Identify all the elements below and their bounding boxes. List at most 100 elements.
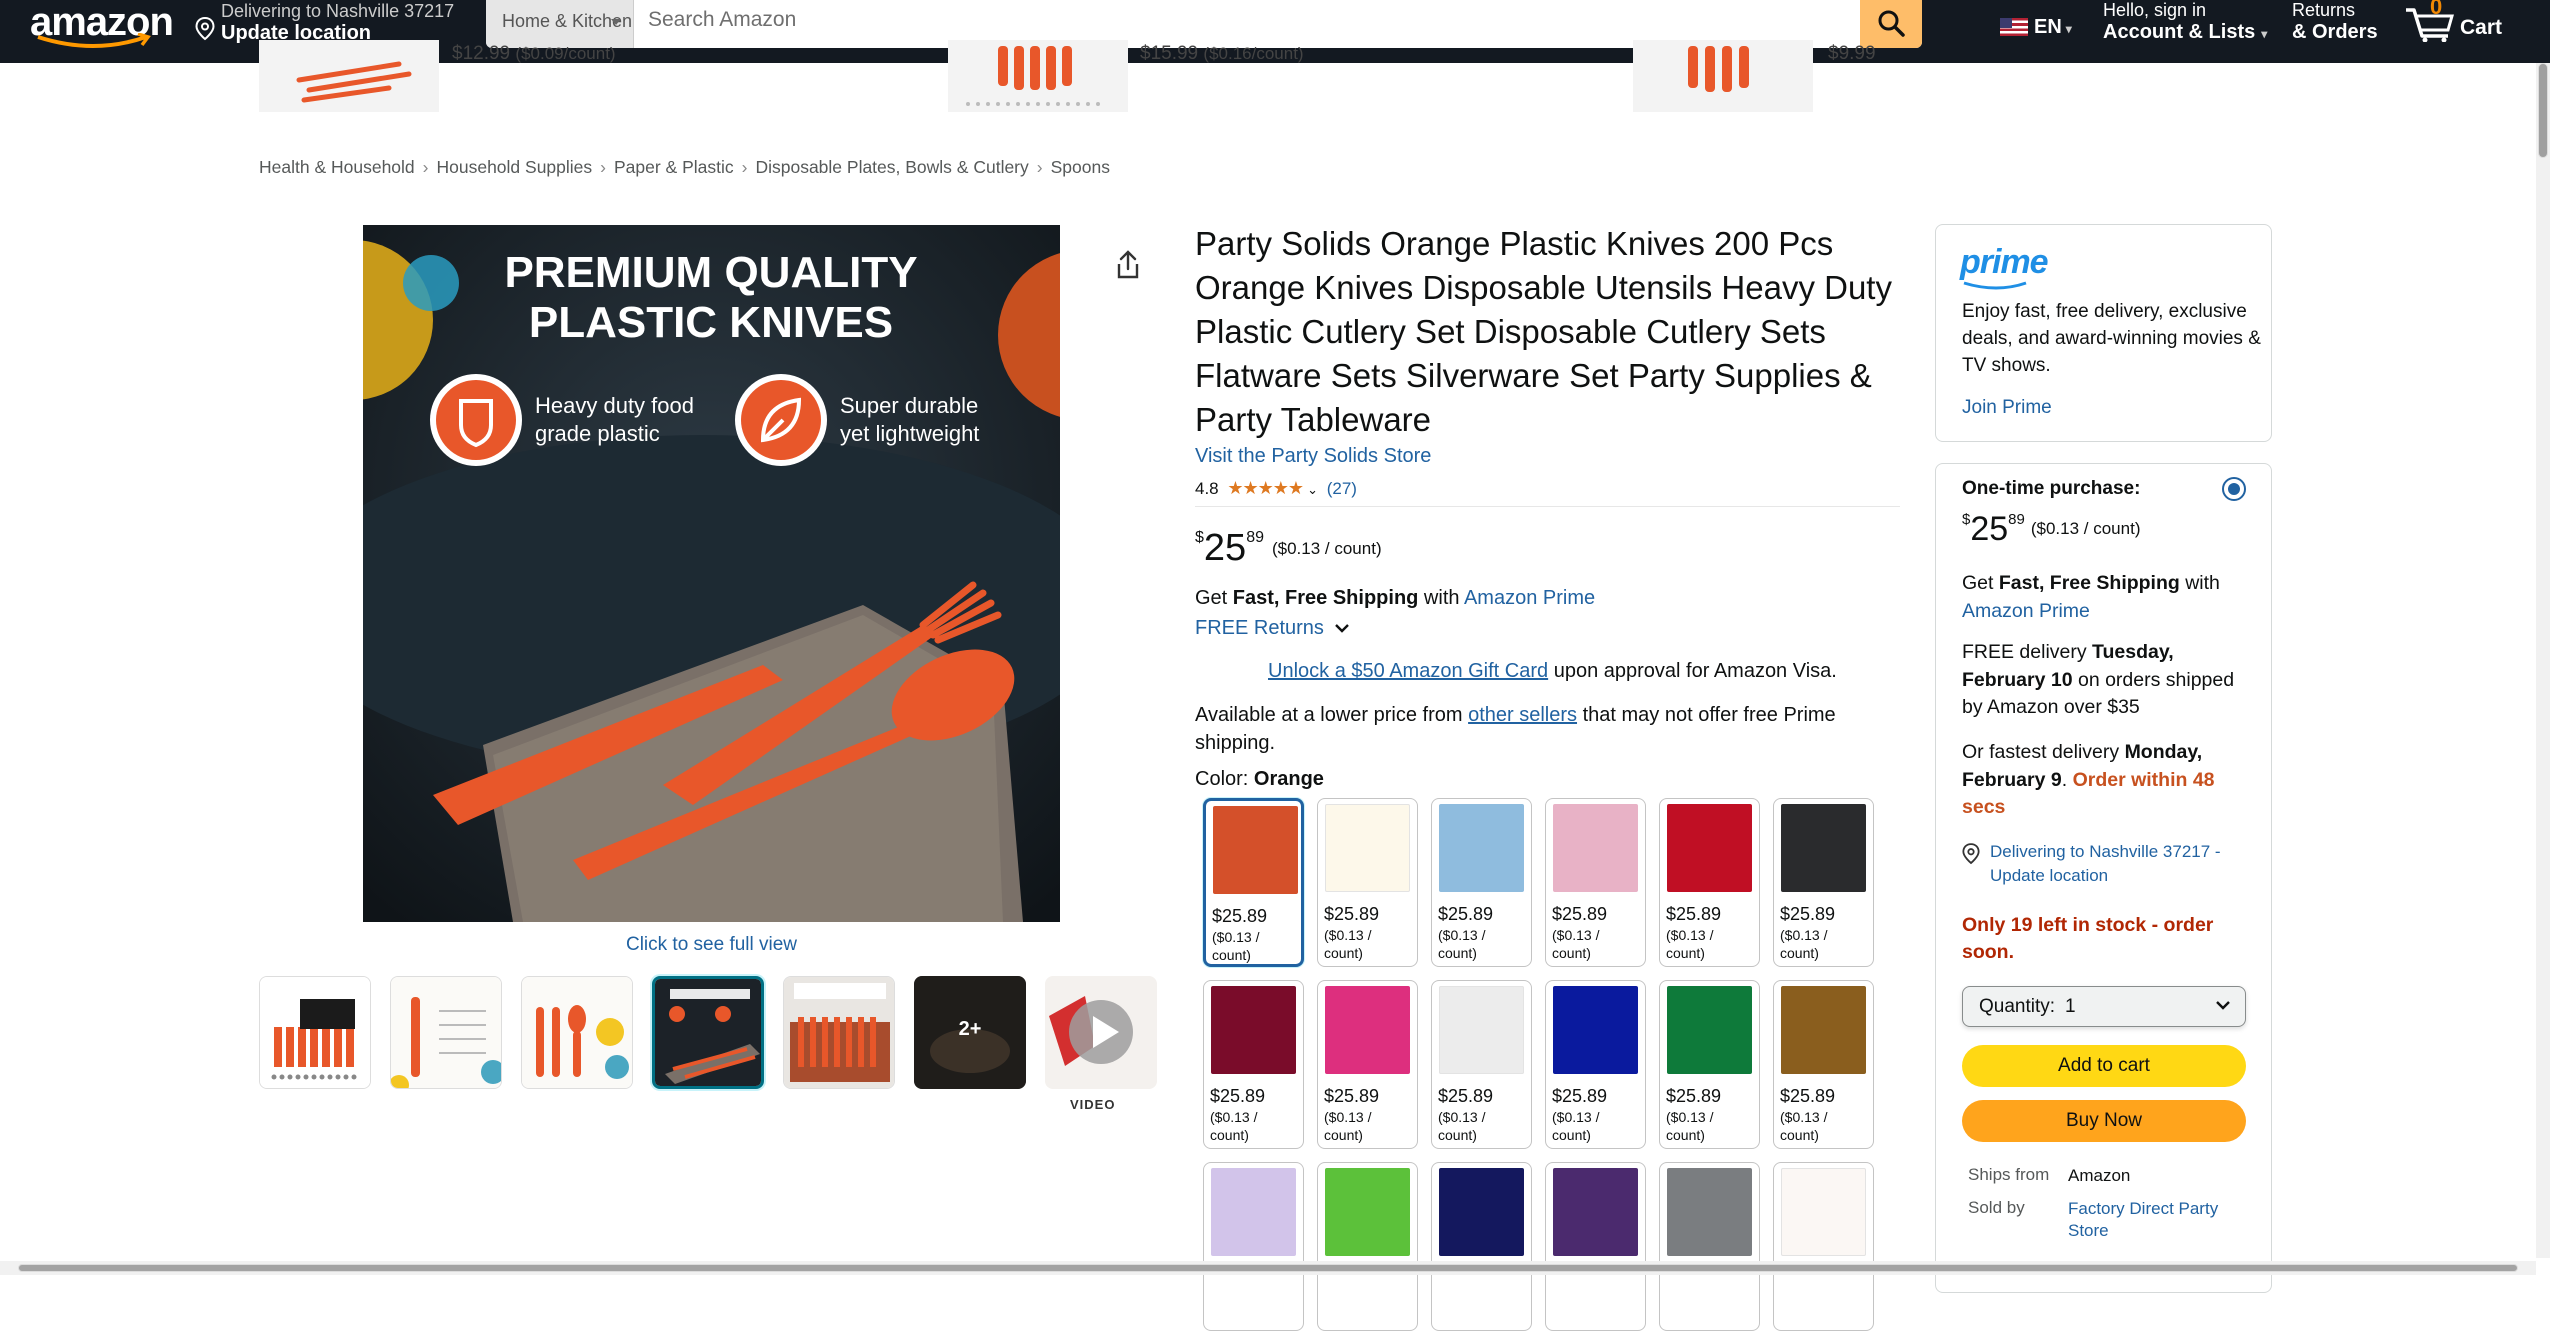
thumbnail-image <box>655 979 761 1086</box>
prime-description: Enjoy fast, free delivery, exclusive dea… <box>1962 301 2261 376</box>
sponsored-price-2: $15.99 ($0.16/count) <box>1140 43 1304 64</box>
color-label: Color: Orange <box>1195 768 1324 791</box>
thumbnail-3[interactable] <box>521 976 633 1089</box>
share-button[interactable] <box>1115 250 1141 285</box>
knife-set-image <box>296 61 412 103</box>
account-menu[interactable]: Hello, sign in Account & Lists ▾ <box>2103 0 2267 44</box>
ship-mid: with <box>2179 572 2220 594</box>
sponsored-price-1: $12.99 ($0.09/count) <box>452 43 616 64</box>
delivery-location[interactable]: Delivering to Nashville 37217 Update loc… <box>195 1 465 45</box>
color-swatch[interactable]: $25.89 ($0.13 / count) <box>1317 980 1418 1149</box>
swatch-price: $25.89 <box>1438 1086 1494 1106</box>
swatch-unit-price: ($0.13 / count) <box>1438 1109 1486 1143</box>
horizontal-scrollbar-thumb[interactable] <box>18 1264 2518 1272</box>
join-prime-link[interactable]: Join Prime <box>1962 397 2052 419</box>
other-sellers-link[interactable]: other sellers <box>1468 704 1577 726</box>
us-flag-icon <box>2000 18 2028 36</box>
ships-from-value: Amazon <box>2068 1166 2131 1185</box>
prime-smile-icon <box>1963 281 2027 290</box>
swatch-unit-price: ($0.13 / count) <box>1212 929 1260 963</box>
search-input[interactable] <box>638 0 1758 40</box>
color-swatch[interactable]: $25.89 ($0.13 / count) <box>1203 798 1304 967</box>
amazon-prime-link[interactable]: Amazon Prime <box>1464 587 1595 609</box>
breadcrumb-item[interactable]: Household Supplies <box>436 157 592 177</box>
horizontal-scrollbar[interactable] <box>0 1261 2536 1275</box>
vertical-scrollbar-thumb[interactable] <box>2538 63 2548 158</box>
one-time-purchase-radio[interactable] <box>2222 477 2246 501</box>
buy-now-button[interactable]: Buy Now <box>1962 1100 2246 1142</box>
vertical-scrollbar[interactable] <box>2536 63 2550 1258</box>
color-swatch[interactable] <box>1545 1162 1646 1331</box>
click-to-see-full-view[interactable]: Click to see full view <box>363 934 1060 956</box>
ship-mid: with <box>1418 587 1464 609</box>
svg-text:PREMIUM QUALITY: PREMIUM QUALITY <box>504 248 917 297</box>
sponsored-product-image-2[interactable] <box>948 40 1128 112</box>
color-swatch[interactable] <box>1317 1162 1418 1331</box>
color-swatch[interactable]: $25.89 ($0.13 / count) <box>1659 980 1760 1149</box>
location-pin-icon <box>195 17 215 41</box>
color-swatch[interactable]: $25.89 ($0.13 / count) <box>1431 798 1532 967</box>
breadcrumb-item[interactable]: Spoons <box>1051 157 1110 177</box>
color-swatch[interactable]: $25.89 ($0.13 / count) <box>1773 798 1874 967</box>
delivery-location-text: Delivering to Nashville 37217 - Update l… <box>1990 842 2221 885</box>
gift-card-offer: Unlock a $50 Amazon Gift Card upon appro… <box>1268 660 1837 683</box>
color-swatch[interactable]: $25.89 ($0.13 / count) <box>1431 980 1532 1149</box>
thumbnail-image <box>260 977 370 1088</box>
color-chip <box>1325 986 1410 1074</box>
color-swatch[interactable] <box>1659 1162 1760 1331</box>
color-swatch[interactable] <box>1773 1162 1874 1331</box>
color-swatch[interactable]: $25.89 ($0.13 / count) <box>1545 798 1646 967</box>
breadcrumb-item[interactable]: Health & Household <box>259 157 415 177</box>
color-swatch[interactable] <box>1431 1162 1532 1331</box>
breadcrumb-item[interactable]: Paper & Plastic <box>614 157 734 177</box>
main-product-image[interactable]: PREMIUM QUALITY PLASTIC KNIVES Heavy dut… <box>363 225 1060 922</box>
color-chip <box>1325 1168 1410 1256</box>
search-button[interactable] <box>1860 0 1922 48</box>
share-icon <box>1117 250 1139 279</box>
video-label: VIDEO <box>1070 1097 1116 1112</box>
orders-label: & Orders <box>2292 21 2378 43</box>
quantity-select[interactable]: Quantity: 1 <box>1962 986 2246 1027</box>
amazon-prime-link[interactable]: Amazon Prime <box>1962 600 2090 622</box>
price-per-unit: ($0.13 / count) <box>1271 539 1382 558</box>
color-chip <box>1213 806 1298 894</box>
delivery-line-1: Delivering to Nashville 37217 <box>221 1 455 21</box>
thumbnail-video[interactable] <box>1045 976 1157 1089</box>
price-whole: 25 <box>1970 510 2009 548</box>
visit-store-link[interactable]: Visit the Party Solids Store <box>1195 445 1431 468</box>
thumbnail-4-selected[interactable] <box>652 976 764 1089</box>
account-greeting: Hello, sign in <box>2103 0 2207 20</box>
gift-card-link[interactable]: Unlock a $50 Amazon Gift Card <box>1268 660 1548 682</box>
color-label-prefix: Color: <box>1195 768 1254 790</box>
amazon-logo[interactable]: amazon <box>30 0 174 52</box>
thumbnail-2[interactable] <box>390 976 502 1089</box>
star-rating-icon[interactable]: ★★★★★ <box>1227 478 1304 499</box>
sponsored-product-image-1[interactable] <box>259 40 439 112</box>
free-returns-dropdown[interactable]: FREE Returns <box>1195 617 1350 640</box>
color-swatch[interactable] <box>1203 1162 1304 1331</box>
price-fraction: 89 <box>2008 511 2025 528</box>
svg-text:Super durable: Super durable <box>840 393 978 418</box>
returns-orders-link[interactable]: Returns & Orders <box>2292 0 2378 44</box>
review-count-link[interactable]: (27) <box>1327 479 1357 498</box>
color-swatch[interactable]: $25.89 ($0.13 / count) <box>1203 980 1304 1149</box>
price-symbol: $ <box>1195 529 1204 546</box>
swatch-unit-price: ($0.13 / count) <box>1552 927 1600 961</box>
buy-box-location-link[interactable]: Delivering to Nashville 37217 - Update l… <box>1962 840 2252 888</box>
thumbnail-6-more[interactable]: 2+ <box>914 976 1026 1089</box>
chevron-down-icon[interactable]: ⌄ <box>1307 482 1318 497</box>
thumbnail-1[interactable] <box>259 976 371 1089</box>
color-swatch[interactable]: $25.89 ($0.13 / count) <box>1545 980 1646 1149</box>
color-swatch[interactable]: $25.89 ($0.13 / count) <box>1773 980 1874 1149</box>
sponsored-product-image-3[interactable] <box>1633 40 1813 112</box>
language-selector[interactable]: EN ▾ <box>2000 16 2072 39</box>
sold-by-link[interactable]: Factory Direct Party Store <box>2068 1198 2248 1242</box>
breadcrumb-item[interactable]: Disposable Plates, Bowls & Cutlery <box>755 157 1028 177</box>
color-swatch[interactable]: $25.89 ($0.13 / count) <box>1659 798 1760 967</box>
color-chip <box>1553 1168 1638 1256</box>
search-category-dropdown[interactable]: Home & Kitchen <box>486 0 634 48</box>
thumbnail-5[interactable] <box>783 976 895 1089</box>
color-swatch[interactable]: $25.89 ($0.13 / count) <box>1317 798 1418 967</box>
language-label: EN <box>2034 16 2062 38</box>
add-to-cart-button[interactable]: Add to cart <box>1962 1045 2246 1087</box>
